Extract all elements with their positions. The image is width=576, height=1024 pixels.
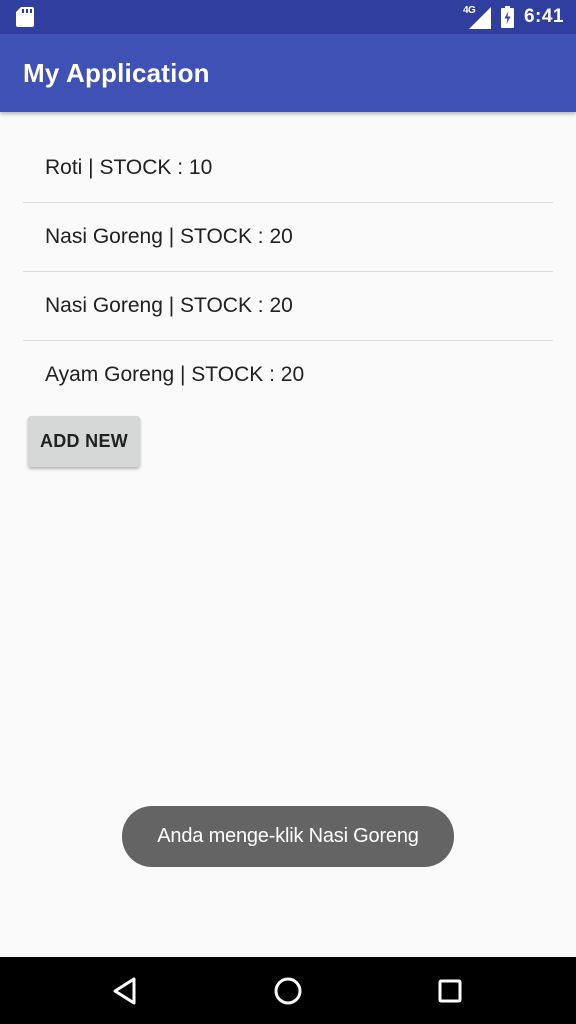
navigation-bar	[0, 957, 576, 1024]
list-item-label: Ayam Goreng | STOCK : 20	[45, 363, 305, 386]
stock-list[interactable]: Roti | STOCK : 10 Nasi Goreng | STOCK : …	[23, 134, 553, 409]
list-item-label: Roti | STOCK : 10	[45, 156, 213, 179]
home-icon[interactable]	[271, 974, 305, 1008]
list-item-label: Nasi Goreng | STOCK : 20	[45, 225, 293, 248]
add-new-button[interactable]: ADD NEW	[28, 416, 140, 467]
list-item-label: Nasi Goreng | STOCK : 20	[45, 294, 293, 317]
sd-card-icon	[16, 7, 34, 27]
list-item[interactable]: Ayam Goreng | STOCK : 20	[23, 340, 553, 409]
recents-icon[interactable]	[433, 974, 467, 1008]
app-bar: My Application	[0, 34, 576, 112]
app-title: My Application	[23, 58, 210, 88]
toast-text: Anda menge-klik Nasi Goreng	[157, 825, 419, 847]
network-indicator: 4G	[463, 5, 491, 29]
list-item[interactable]: Roti | STOCK : 10	[23, 134, 553, 202]
clock: 6:41	[523, 6, 564, 27]
status-bar: 4G 6:41	[0, 0, 576, 34]
list-item[interactable]: Nasi Goreng | STOCK : 20	[23, 202, 553, 271]
back-icon[interactable]	[109, 974, 143, 1008]
battery-icon	[500, 6, 514, 28]
list-item[interactable]: Nasi Goreng | STOCK : 20	[23, 271, 553, 340]
signal-icon	[468, 7, 491, 29]
toast-message: Anda menge-klik Nasi Goreng	[122, 806, 454, 867]
status-icons: 4G 6:41	[463, 0, 564, 34]
